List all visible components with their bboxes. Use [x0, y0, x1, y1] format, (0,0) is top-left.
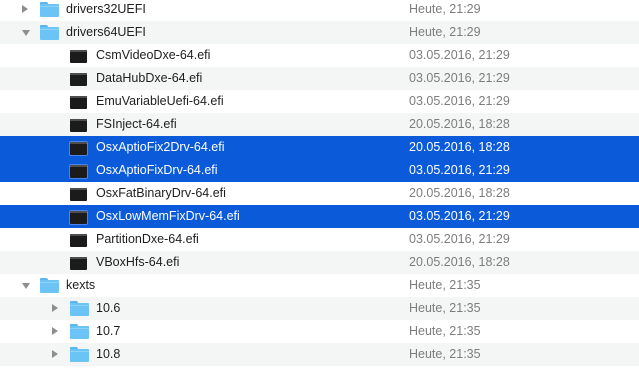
- folder-row[interactable]: 10.8 Heute, 21:35: [0, 343, 639, 366]
- file-row[interactable]: PartitionDxe-64.efi 03.05.2016, 21:29: [0, 228, 639, 251]
- date-modified: Heute, 21:35: [409, 301, 481, 315]
- disclosure-triangle-open-icon[interactable]: [22, 30, 30, 36]
- disclosure-triangle-open-icon[interactable]: [22, 283, 30, 289]
- folder-icon: [70, 324, 89, 339]
- folder-row[interactable]: drivers64UEFI Heute, 21:29: [0, 21, 639, 44]
- file-name: drivers32UEFI: [66, 2, 146, 16]
- file-name: VBoxHfs-64.efi: [96, 255, 180, 269]
- file-name: 10.8: [96, 347, 121, 361]
- executable-file-icon: [70, 234, 87, 247]
- file-name: 10.7: [96, 324, 121, 338]
- file-name: EmuVariableUefi-64.efi: [96, 94, 224, 108]
- date-modified: 20.05.2016, 18:28: [409, 186, 510, 200]
- executable-file-icon: [70, 50, 87, 63]
- file-name: PartitionDxe-64.efi: [96, 232, 199, 246]
- file-name: kexts: [66, 278, 96, 292]
- date-modified: 03.05.2016, 21:29: [409, 48, 510, 62]
- file-row[interactable]: VBoxHfs-64.efi 20.05.2016, 18:28: [0, 251, 639, 274]
- file-name: OsxAptioFixDrv-64.efi: [96, 163, 218, 177]
- file-row[interactable]: DataHubDxe-64.efi 03.05.2016, 21:29: [0, 67, 639, 90]
- disclosure-triangle-closed-icon[interactable]: [52, 304, 58, 312]
- executable-file-icon: [70, 165, 87, 178]
- date-modified: Heute, 21:35: [409, 278, 481, 292]
- date-modified: 20.05.2016, 18:28: [409, 117, 510, 131]
- executable-file-icon: [70, 257, 87, 270]
- disclosure-triangle-closed-icon[interactable]: [52, 327, 58, 335]
- file-row[interactable]: FSInject-64.efi 20.05.2016, 18:28: [0, 113, 639, 136]
- folder-row[interactable]: drivers32UEFI Heute, 21:29: [0, 0, 639, 21]
- file-name: FSInject-64.efi: [96, 117, 177, 131]
- disclosure-triangle-closed-icon[interactable]: [22, 5, 28, 13]
- file-row[interactable]: OsxFatBinaryDrv-64.efi 20.05.2016, 18:28: [0, 182, 639, 205]
- file-name: drivers64UEFI: [66, 25, 146, 39]
- executable-file-icon: [70, 96, 87, 109]
- date-modified: Heute, 21:29: [409, 2, 481, 16]
- date-modified: 03.05.2016, 21:29: [409, 232, 510, 246]
- file-name: OsxAptioFix2Drv-64.efi: [96, 140, 225, 154]
- executable-file-icon: [70, 211, 87, 224]
- date-modified: Heute, 21:35: [409, 324, 481, 338]
- date-modified: 03.05.2016, 21:29: [409, 163, 510, 177]
- folder-icon: [70, 347, 89, 362]
- date-modified: 03.05.2016, 21:29: [409, 94, 510, 108]
- folder-icon: [40, 2, 59, 17]
- date-modified: 20.05.2016, 18:28: [409, 140, 510, 154]
- file-row[interactable]: EmuVariableUefi-64.efi 03.05.2016, 21:29: [0, 90, 639, 113]
- file-name: 10.6: [96, 301, 121, 315]
- executable-file-icon: [70, 119, 87, 132]
- date-modified: 03.05.2016, 21:29: [409, 209, 510, 223]
- file-row[interactable]: CsmVideoDxe-64.efi 03.05.2016, 21:29: [0, 44, 639, 67]
- folder-icon: [40, 278, 59, 293]
- folder-row[interactable]: 10.6 Heute, 21:35: [0, 297, 639, 320]
- folder-row[interactable]: kexts Heute, 21:35: [0, 274, 639, 297]
- file-name: CsmVideoDxe-64.efi: [96, 48, 211, 62]
- date-modified: Heute, 21:29: [409, 25, 481, 39]
- folder-icon: [70, 301, 89, 316]
- file-row[interactable]: OsxAptioFix2Drv-64.efi 20.05.2016, 18:28: [0, 136, 639, 159]
- folder-row[interactable]: 10.7 Heute, 21:35: [0, 320, 639, 343]
- executable-file-icon: [70, 73, 87, 86]
- file-name: OsxFatBinaryDrv-64.efi: [96, 186, 226, 200]
- file-name: DataHubDxe-64.efi: [96, 71, 203, 85]
- disclosure-triangle-closed-icon[interactable]: [52, 350, 58, 358]
- date-modified: 20.05.2016, 18:28: [409, 255, 510, 269]
- file-row[interactable]: OsxAptioFixDrv-64.efi 03.05.2016, 21:29: [0, 159, 639, 182]
- folder-icon: [40, 25, 59, 40]
- file-list: drivers32UEFI Heute, 21:29 drivers64UEFI He…: [0, 0, 639, 389]
- file-name: OsxLowMemFixDrv-64.efi: [96, 209, 240, 223]
- executable-file-icon: [70, 188, 87, 201]
- file-row[interactable]: OsxLowMemFixDrv-64.efi 03.05.2016, 21:29: [0, 205, 639, 228]
- executable-file-icon: [70, 142, 87, 155]
- date-modified: 03.05.2016, 21:29: [409, 71, 510, 85]
- date-modified: Heute, 21:35: [409, 347, 481, 361]
